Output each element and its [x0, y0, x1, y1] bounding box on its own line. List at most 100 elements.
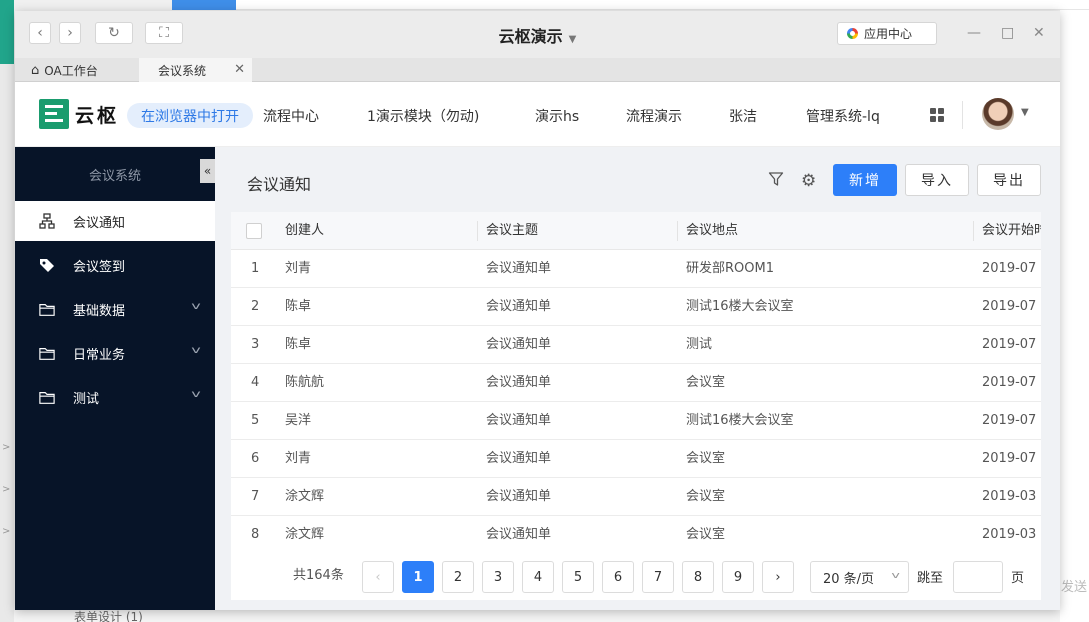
app-center-button[interactable]: 应用中心: [837, 22, 937, 45]
chevron-right-icon: >: [2, 442, 11, 453]
table-row[interactable]: 5 吴洋 会议通知单 测试16楼大会议室 2019-07: [231, 402, 1041, 440]
cell-creator: 涂文辉: [285, 527, 325, 542]
tag-icon: [39, 257, 55, 273]
menu-item-demo-module[interactable]: 1演示模块（勿动): [367, 106, 479, 126]
background-right-panel: 发送: [1060, 10, 1089, 622]
close-icon[interactable]: ✕: [234, 62, 245, 77]
maximize-icon[interactable]: □: [1001, 25, 1014, 41]
folder-icon: [39, 301, 55, 317]
sidebar-item-label: 测试: [73, 391, 100, 407]
page-button[interactable]: 3: [482, 561, 514, 593]
sidebar-item-daily-business[interactable]: 日常业务 v: [15, 333, 215, 373]
open-in-browser-button[interactable]: 在浏览器中打开: [127, 103, 253, 128]
row-number: 5: [251, 413, 260, 428]
sidebar: 会议系统 « 会议通知 会议签到 基础数据 v 日常业务 v 测试 v: [15, 147, 215, 610]
table-row[interactable]: 6 刘青 会议通知单 会议室 2019-07: [231, 440, 1041, 478]
page-button[interactable]: 6: [602, 561, 634, 593]
minimize-icon[interactable]: —: [967, 25, 981, 41]
chevron-down-icon: >: [2, 526, 11, 537]
export-button[interactable]: 导出: [977, 164, 1041, 196]
sidebar-item-label: 基础数据: [73, 303, 126, 319]
cell-start-time: 2019-07: [982, 413, 1037, 428]
app-window: ‹ › ↻ ⛶ 云枢演示 ▼ 应用中心 — □ ✕ ⌂ OA工作台 会议系统 ✕ …: [15, 11, 1060, 610]
table-row[interactable]: 7 涂文辉 会议通知单 会议室 2019-03: [231, 478, 1041, 516]
close-icon[interactable]: ✕: [1033, 25, 1045, 41]
import-button[interactable]: 导入: [905, 164, 969, 196]
jump-page-input[interactable]: [953, 561, 1003, 593]
filter-icon[interactable]: [768, 171, 784, 191]
page-size-select[interactable]: 20 条/页 v: [810, 561, 909, 593]
row-number: 3: [251, 337, 260, 352]
tab-meeting-system[interactable]: 会议系统 ✕: [139, 58, 252, 82]
column-header-topic[interactable]: 会议主题: [486, 212, 538, 250]
table-row[interactable]: 3 陈卓 会议通知单 测试 2019-07: [231, 326, 1041, 364]
pagination: 共164条 ‹ 123456789 › 20 条/页 v 跳至 页: [231, 542, 1041, 600]
cell-topic: 会议通知单: [486, 451, 552, 466]
background-left-panel: > > >: [0, 64, 14, 622]
cell-start-time: 2019-07: [982, 337, 1037, 352]
page-button[interactable]: 7: [642, 561, 674, 593]
menu-item-process-center[interactable]: 流程中心: [263, 106, 319, 126]
logo[interactable]: 云枢: [39, 99, 119, 129]
cell-topic: 会议通知单: [486, 527, 552, 542]
logo-icon: [39, 99, 69, 129]
cell-place: 测试16楼大会议室: [686, 299, 794, 314]
cell-topic: 会议通知单: [486, 375, 552, 390]
column-header-place[interactable]: 会议地点: [686, 212, 738, 250]
menu-item-zhangjie[interactable]: 张洁: [729, 106, 757, 126]
cell-creator: 刘青: [285, 261, 312, 276]
page-button[interactable]: 4: [522, 561, 554, 593]
app-grid-icon[interactable]: [930, 108, 944, 122]
page-title: 会议通知: [247, 175, 312, 194]
cell-topic: 会议通知单: [486, 261, 552, 276]
cell-creator: 吴洋: [285, 413, 312, 428]
table-row[interactable]: 1 刘青 会议通知单 研发部ROOM1 2019-07: [231, 250, 1041, 288]
page-button[interactable]: 2: [442, 561, 474, 593]
tab-oa-workbench[interactable]: ⌂ OA工作台: [15, 58, 137, 82]
sidebar-item-test[interactable]: 测试 v: [15, 377, 215, 417]
column-header-creator[interactable]: 创建人: [285, 212, 324, 250]
header-divider: [962, 101, 963, 129]
menu-item-demo-hs[interactable]: 演示hs: [535, 106, 579, 126]
sidebar-item-meeting-notice[interactable]: 会议通知: [15, 201, 215, 241]
column-header-start-time[interactable]: 会议开始时: [982, 212, 1041, 250]
cell-topic: 会议通知单: [486, 337, 552, 352]
cell-place: 会议室: [686, 451, 726, 466]
sidebar-item-meeting-signin[interactable]: 会议签到: [15, 245, 215, 285]
cell-place: 测试16楼大会议室: [686, 413, 794, 428]
page-button[interactable]: 5: [562, 561, 594, 593]
sidebar-item-label: 会议通知: [73, 215, 126, 231]
table-row[interactable]: 2 陈卓 会议通知单 测试16楼大会议室 2019-07: [231, 288, 1041, 326]
org-chart-icon: [39, 213, 55, 229]
app-center-label: 应用中心: [864, 27, 913, 41]
table-row[interactable]: 4 陈航航 会议通知单 会议室 2019-07: [231, 364, 1041, 402]
page-button[interactable]: 9: [722, 561, 754, 593]
caret-down-icon: ▼: [568, 34, 577, 45]
table-row[interactable]: 8 涂文辉 会议通知单 会议室 2019-03: [231, 516, 1041, 542]
tab-bar: ⌂ OA工作台 会议系统 ✕: [15, 58, 1060, 82]
tab-label: 会议系统: [158, 63, 207, 78]
table-header: 创建人 会议主题 会议地点 会议开始时: [231, 212, 1041, 250]
prev-page-button[interactable]: ‹: [362, 561, 394, 593]
column-divider: [477, 221, 478, 241]
select-all-checkbox[interactable]: [246, 223, 262, 239]
add-button[interactable]: 新增: [833, 164, 897, 196]
collapse-sidebar-button[interactable]: «: [200, 159, 215, 183]
sidebar-item-label: 日常业务: [73, 347, 126, 363]
column-divider: [973, 221, 974, 241]
chevron-down-icon: v: [191, 389, 201, 400]
menu-item-management[interactable]: 管理系统-lq: [806, 106, 880, 126]
sidebar-item-base-data[interactable]: 基础数据 v: [15, 289, 215, 329]
background-app-edge: [0, 0, 14, 64]
menu-item-process-demo[interactable]: 流程演示: [626, 106, 682, 126]
background-toolbar: [236, 0, 1089, 10]
tab-label: OA工作台: [44, 63, 98, 78]
next-page-button[interactable]: ›: [762, 561, 794, 593]
page-button[interactable]: 1: [402, 561, 434, 593]
page-button[interactable]: 8: [682, 561, 714, 593]
caret-down-icon[interactable]: ▼: [1021, 107, 1029, 118]
gear-icon[interactable]: ⚙: [801, 171, 816, 191]
cell-start-time: 2019-07: [982, 299, 1037, 314]
avatar[interactable]: [982, 98, 1014, 130]
tree-item: 表单设计 (1): [74, 610, 143, 622]
